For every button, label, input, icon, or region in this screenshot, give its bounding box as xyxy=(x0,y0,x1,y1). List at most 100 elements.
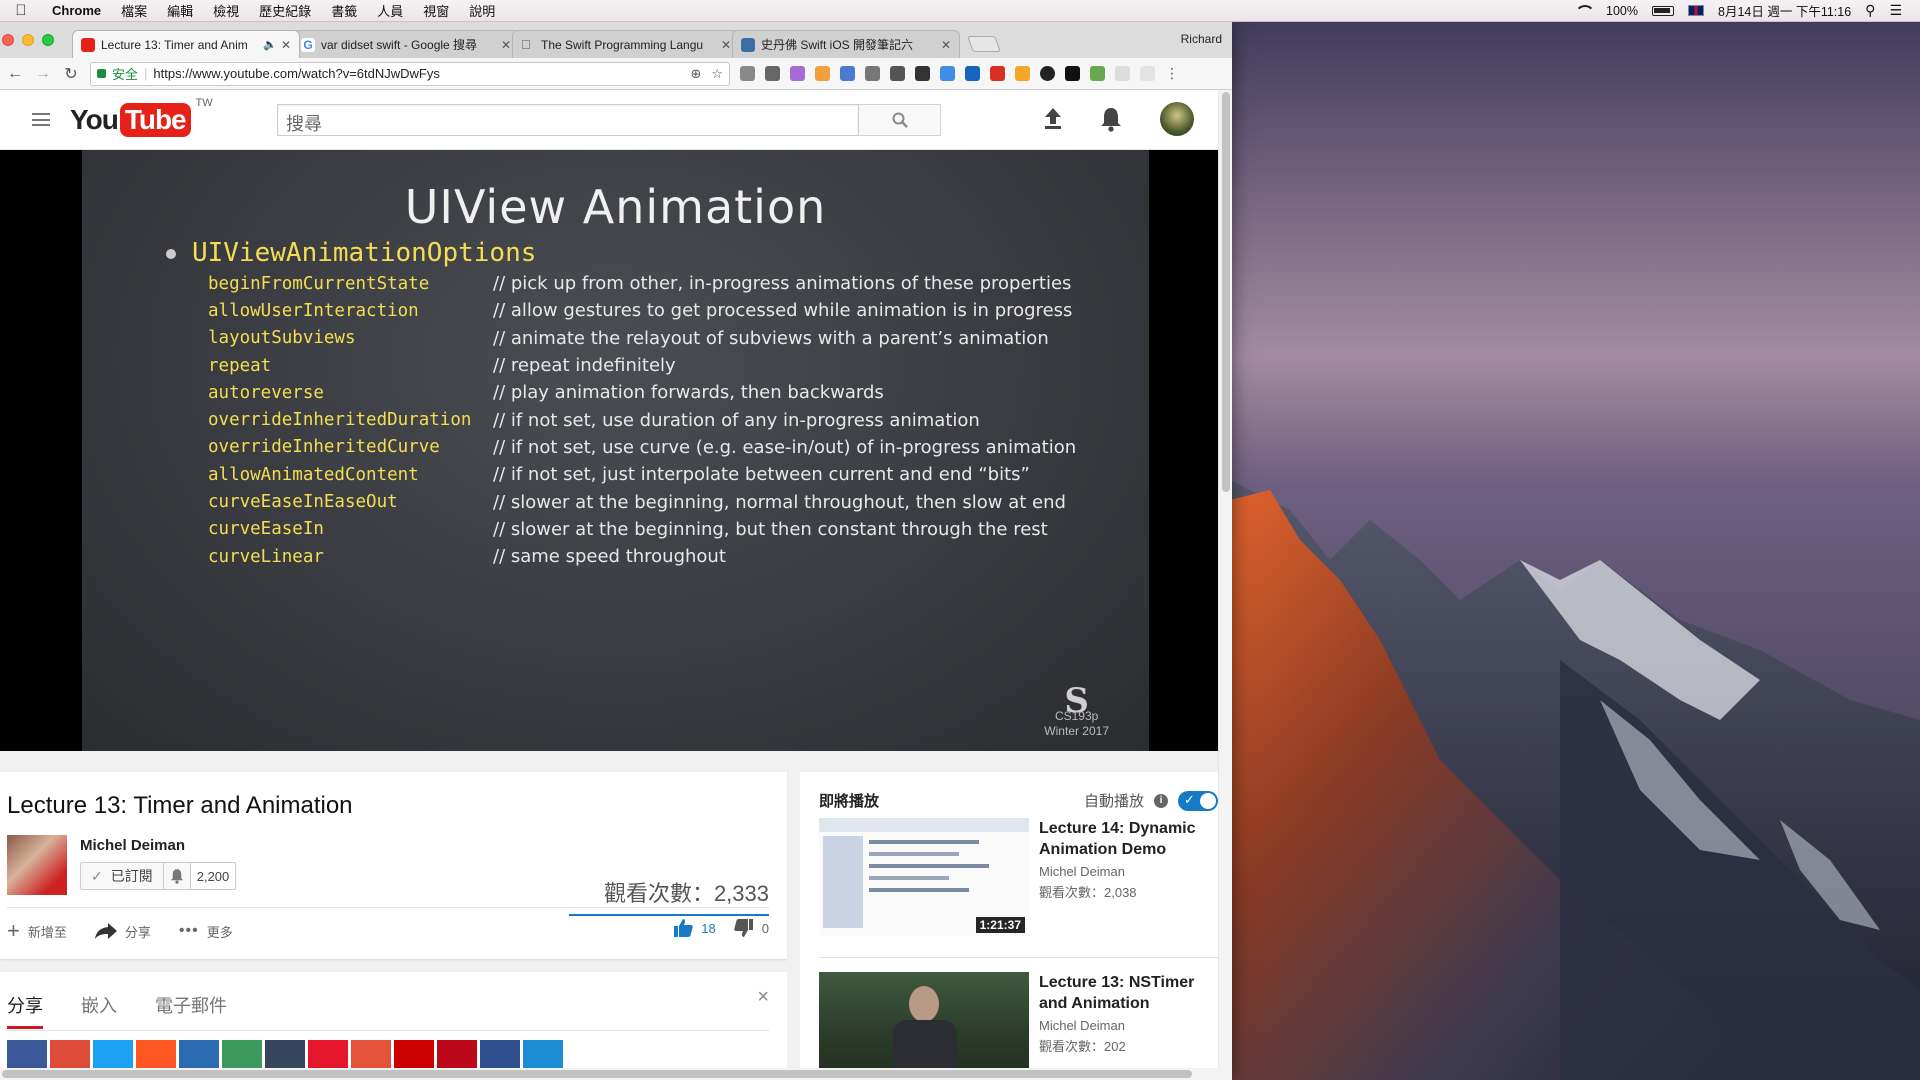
autoplay-toggle[interactable]: ✓ xyxy=(1178,790,1218,811)
dislike-button[interactable]: 0 xyxy=(734,918,769,938)
menu-clock[interactable]: 8月14日 週一 下午11:16 xyxy=(1718,1,1851,20)
wifi-icon[interactable] xyxy=(1574,4,1596,17)
profile-name[interactable]: Richard xyxy=(1181,32,1222,46)
forward-arrow-icon[interactable]: → xyxy=(34,65,52,83)
add-to-label: 新增至 xyxy=(27,924,67,940)
extension-icon[interactable] xyxy=(865,66,880,81)
menu-bookmarks[interactable]: 書籤 xyxy=(321,1,367,20)
close-share-icon[interactable]: × xyxy=(757,986,769,1009)
stanford-course-logo: S CS193p Winter 2017 xyxy=(1044,684,1109,739)
battery-icon[interactable] xyxy=(1652,5,1675,16)
minimize-window-button[interactable] xyxy=(22,34,34,46)
notification-settings-button[interactable] xyxy=(163,863,191,889)
menu-file[interactable]: 檔案 xyxy=(111,1,157,20)
rec-video-title[interactable]: Lecture 14: Dynamic Animation Demo xyxy=(1039,818,1219,860)
menu-window[interactable]: 視窗 xyxy=(413,1,459,20)
menu-help[interactable]: 說明 xyxy=(459,1,505,20)
notification-center-icon[interactable]: ☰ xyxy=(1889,2,1902,19)
scrollbar-thumb[interactable] xyxy=(2,1070,1192,1078)
close-window-button[interactable] xyxy=(2,34,14,46)
tab-stanford-notes[interactable]: 史丹佛 Swift iOS 開發筆記六 ✕ xyxy=(732,30,960,58)
input-source-flag-icon[interactable] xyxy=(1688,5,1705,16)
video-meta: Lecture 13: NSTimer and Animation Michel… xyxy=(1039,972,1219,1080)
tab-youtube-lecture[interactable]: Lecture 13: Timer and Anim 🔈 ✕ xyxy=(72,30,300,58)
extension-icon[interactable] xyxy=(890,66,905,81)
video-player[interactable]: UIView Animation UIViewAnimationOptions … xyxy=(0,150,1218,751)
menu-app-name[interactable]: Chrome xyxy=(42,3,111,18)
share-button[interactable]: 分享 xyxy=(94,922,151,941)
extension-icon[interactable] xyxy=(765,66,780,81)
video-thumbnail[interactable] xyxy=(819,972,1029,1080)
search-button[interactable] xyxy=(859,104,941,136)
option-name: allowUserInteraction xyxy=(208,300,419,321)
extension-icon[interactable] xyxy=(1140,66,1155,81)
menu-view[interactable]: 檢視 xyxy=(203,1,249,20)
up-next-heading: 即將播放 xyxy=(819,793,880,810)
tab-close-icon[interactable]: ✕ xyxy=(721,38,731,52)
add-to-button[interactable]: + 新增至 xyxy=(7,918,67,944)
spotlight-icon[interactable]: ⚲ xyxy=(1865,2,1875,19)
extension-icon[interactable] xyxy=(1040,66,1055,81)
tab-close-icon[interactable]: ✕ xyxy=(281,38,291,52)
zoom-icon[interactable]: ⊕ xyxy=(690,66,701,82)
tab-share[interactable]: 分享 xyxy=(7,992,43,1029)
battery-percent[interactable]: 100% xyxy=(1606,4,1638,18)
tab-google-search[interactable]: G var didset swift - Google 搜尋 ✕ xyxy=(292,30,520,58)
rec-video-title[interactable]: Lecture 13: NSTimer and Animation xyxy=(1039,972,1219,1014)
account-avatar[interactable] xyxy=(1160,102,1194,136)
audio-playing-icon[interactable]: 🔈 xyxy=(263,38,277,51)
vertical-scrollbar[interactable] xyxy=(1218,90,1232,1080)
more-button[interactable]: ••• 更多 xyxy=(179,922,233,941)
chrome-menu-icon[interactable]: ⋮ xyxy=(1165,66,1179,81)
guide-menu-icon[interactable] xyxy=(32,113,50,126)
course-term: Winter 2017 xyxy=(1044,724,1109,738)
share-tabs: 分享 嵌入 電子郵件 xyxy=(7,992,227,1029)
tab-email[interactable]: 電子郵件 xyxy=(155,992,227,1029)
apple-menu-icon[interactable]:  xyxy=(0,2,42,19)
bookmark-star-icon[interactable]: ☆ xyxy=(711,66,723,82)
reload-icon[interactable]: ↻ xyxy=(62,64,80,84)
subscribed-button[interactable]: ✓ 已訂閱 xyxy=(81,863,164,889)
menu-edit[interactable]: 編輯 xyxy=(157,1,203,20)
option-name: beginFromCurrentState xyxy=(208,273,430,294)
tab-swift-language[interactable]:  The Swift Programming Langu ✕ xyxy=(512,30,740,58)
extension-icon[interactable] xyxy=(915,66,930,81)
zoom-window-button[interactable] xyxy=(42,34,54,46)
extension-icon[interactable] xyxy=(1065,66,1080,81)
recommended-video[interactable]: 1:21:37 Lecture 14: Dynamic Animation De… xyxy=(819,818,1219,936)
extension-icon[interactable] xyxy=(1115,66,1130,81)
extension-icon[interactable] xyxy=(790,66,805,81)
info-icon[interactable]: i xyxy=(1154,793,1168,808)
tab-close-icon[interactable]: ✕ xyxy=(941,38,951,52)
back-arrow-icon[interactable]: ← xyxy=(6,65,24,83)
extension-icon[interactable] xyxy=(1015,66,1030,81)
extension-icon[interactable] xyxy=(990,66,1005,81)
extension-icon[interactable] xyxy=(740,66,755,81)
search-input[interactable]: 搜尋 xyxy=(277,104,859,136)
horizontal-scrollbar[interactable] xyxy=(0,1068,1232,1080)
video-thumbnail[interactable]: 1:21:37 xyxy=(819,818,1029,936)
address-bar[interactable]: 安全 | https://www.youtube.com/watch?v=6td… xyxy=(90,61,730,86)
tab-close-icon[interactable]: ✕ xyxy=(501,38,511,52)
like-button[interactable]: 18 xyxy=(673,918,716,938)
url-text[interactable]: https://www.youtube.com/watch?v=6tdNJwDw… xyxy=(153,66,684,81)
menu-history[interactable]: 歷史紀錄 xyxy=(249,1,321,20)
tab-embed[interactable]: 嵌入 xyxy=(81,992,117,1029)
extension-icon[interactable] xyxy=(840,66,855,81)
recommended-video[interactable]: Lecture 13: NSTimer and Animation Michel… xyxy=(819,972,1219,1080)
logo-tube: Tube xyxy=(119,102,191,137)
channel-name[interactable]: Michel Deiman xyxy=(80,837,185,854)
extension-icon[interactable] xyxy=(965,66,980,81)
extension-icon[interactable] xyxy=(940,66,955,81)
channel-avatar[interactable] xyxy=(7,835,67,895)
share-label: 分享 xyxy=(124,924,151,940)
option-row: allowUserInteraction // allow gestures to… xyxy=(208,297,1128,324)
menu-people[interactable]: 人員 xyxy=(367,1,413,20)
scrollbar-thumb[interactable] xyxy=(1222,92,1230,492)
youtube-logo[interactable]: You Tube TW xyxy=(70,97,213,137)
upload-icon[interactable] xyxy=(1044,108,1062,130)
notification-bell-icon[interactable] xyxy=(1100,106,1122,132)
new-tab-button[interactable] xyxy=(967,36,1001,52)
extension-icon[interactable] xyxy=(815,66,830,81)
extension-icon[interactable] xyxy=(1090,66,1105,81)
